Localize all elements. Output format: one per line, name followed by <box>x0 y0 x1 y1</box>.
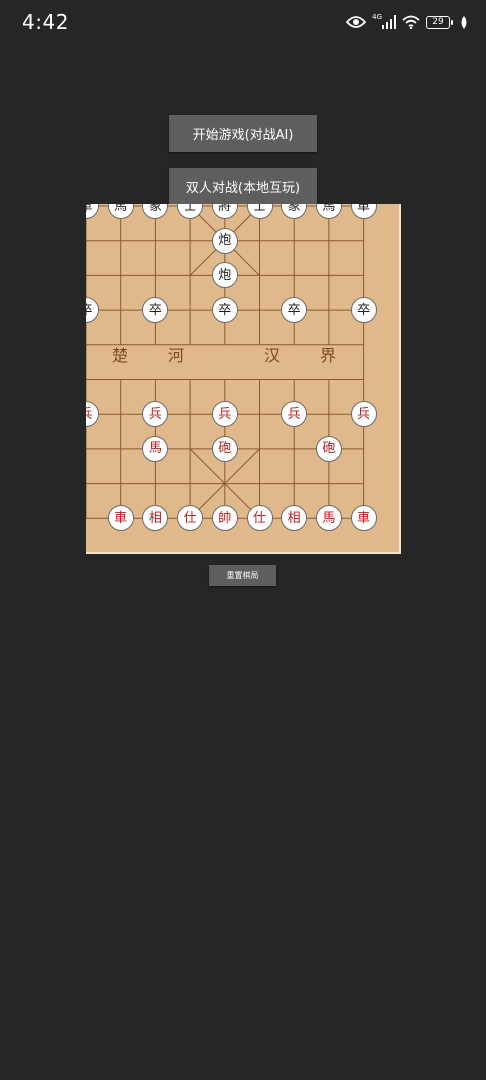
board-grid <box>86 205 365 519</box>
black-piece[interactable]: 卒 <box>350 297 377 324</box>
red-piece[interactable]: 馬 <box>315 505 342 532</box>
red-piece[interactable]: 車 <box>107 505 134 532</box>
red-piece[interactable]: 砲 <box>211 435 238 462</box>
black-piece[interactable]: 炮 <box>211 262 238 289</box>
red-piece[interactable]: 車 <box>350 505 377 532</box>
reset-board-button[interactable]: 重置棋局 <box>209 565 276 586</box>
network-label: 4G <box>372 13 382 21</box>
signal-icon <box>382 15 396 29</box>
chess-board[interactable]: 楚 河 汉 界 車馬象士將士象馬車炮炮卒卒卒卒卒兵兵兵兵兵馬砲砲車相仕帥仕相馬車 <box>86 204 401 554</box>
red-piece[interactable]: 兵 <box>350 401 377 428</box>
river-text-chu: 楚 <box>112 346 129 365</box>
river-text-han: 汉 <box>264 346 281 365</box>
black-piece[interactable]: 卒 <box>211 297 238 324</box>
start-ai-game-button[interactable]: 开始游戏(对战AI) <box>169 115 317 152</box>
black-piece[interactable]: 炮 <box>211 227 238 254</box>
river-text-jie: 界 <box>320 346 337 365</box>
red-piece[interactable]: 砲 <box>315 435 342 462</box>
leaf-icon <box>460 15 468 29</box>
status-time: 4:42 <box>22 10 69 34</box>
river-text-he: 河 <box>168 346 185 365</box>
red-piece[interactable]: 仕 <box>246 505 273 532</box>
local-pvp-button[interactable]: 双人对战(本地互玩) <box>169 168 317 205</box>
red-piece[interactable]: 兵 <box>211 401 238 428</box>
status-bar: 4:42 4G 29 <box>0 0 486 44</box>
red-piece[interactable]: 帥 <box>211 505 238 532</box>
status-icons: 4G 29 <box>346 13 468 31</box>
battery-icon: 29 <box>426 15 453 29</box>
wifi-icon <box>402 15 420 29</box>
eye-icon <box>346 15 367 29</box>
